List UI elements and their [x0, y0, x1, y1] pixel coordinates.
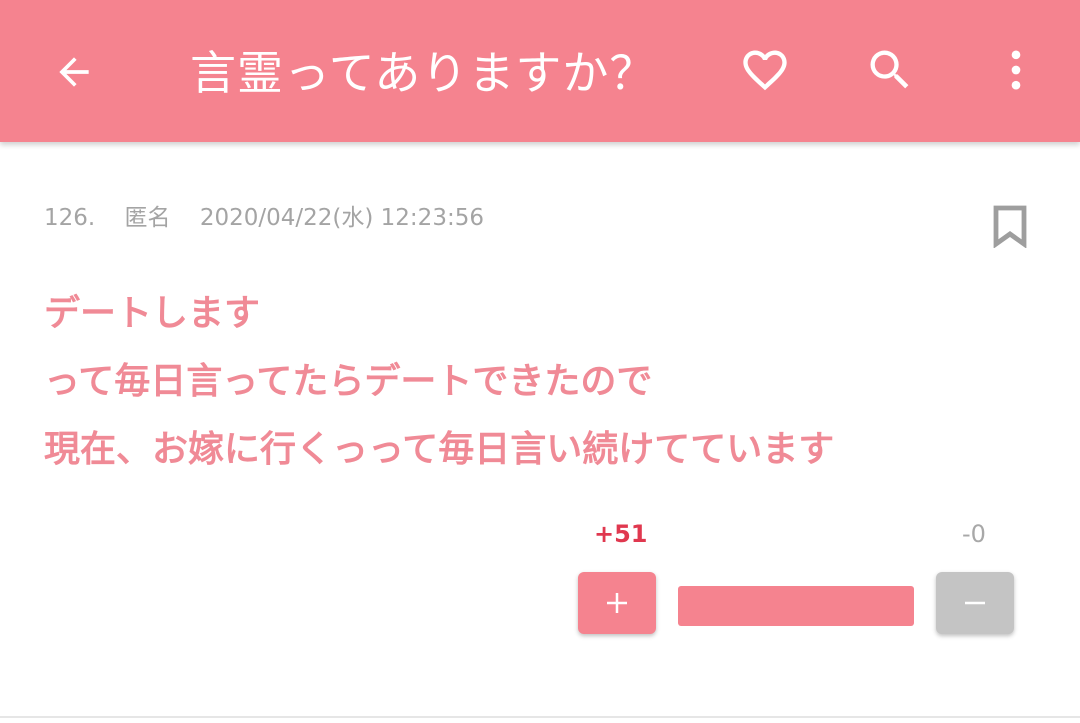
comment-card: 126. 匿名 2020/04/22(水) 12:23:56 デートします って…	[0, 152, 1080, 718]
bookmark-button[interactable]	[990, 204, 1030, 249]
plus-icon	[607, 593, 627, 613]
comment-datetime: 2020/04/22(水) 12:23:56	[199, 205, 484, 231]
vote-ratio-bar	[678, 586, 914, 626]
comment-line: って毎日言ってたらデートできたので	[44, 361, 653, 402]
comment-author: 匿名	[124, 205, 171, 231]
comment-line: デートします	[44, 293, 261, 334]
search-icon	[870, 50, 909, 89]
plus-vote-count: +51	[594, 520, 648, 548]
heart-outline-icon	[743, 50, 787, 91]
app-bar: 言霊ってありますか？	[0, 0, 1080, 142]
comment-number: 126.	[44, 205, 96, 231]
comment-line: 現在、お嫁に行くっって毎日言い続けてています	[44, 429, 835, 470]
plus-vote-button[interactable]	[578, 572, 656, 634]
divider	[0, 716, 1080, 718]
favorite-button[interactable]	[735, 40, 795, 100]
minus-vote-button[interactable]	[936, 572, 1014, 634]
comment-meta: 126. 匿名 2020/04/22(水) 12:23:56	[44, 198, 506, 232]
search-button[interactable]	[860, 40, 920, 100]
more-vert-icon	[1011, 50, 1021, 90]
thread-title: 言霊ってありますか？	[190, 46, 657, 100]
bookmark-outline-icon	[993, 205, 1027, 249]
back-button[interactable]	[48, 46, 100, 98]
vote-ratio-fill	[678, 586, 914, 626]
more-options-button[interactable]	[986, 40, 1046, 100]
arrow-back-icon	[59, 57, 89, 87]
minus-icon	[965, 601, 985, 605]
minus-vote-count: -0	[962, 520, 986, 548]
comment-body: デートします って毎日言ってたらデートできたので 現在、お嫁に行くっって毎日言い…	[44, 280, 834, 484]
